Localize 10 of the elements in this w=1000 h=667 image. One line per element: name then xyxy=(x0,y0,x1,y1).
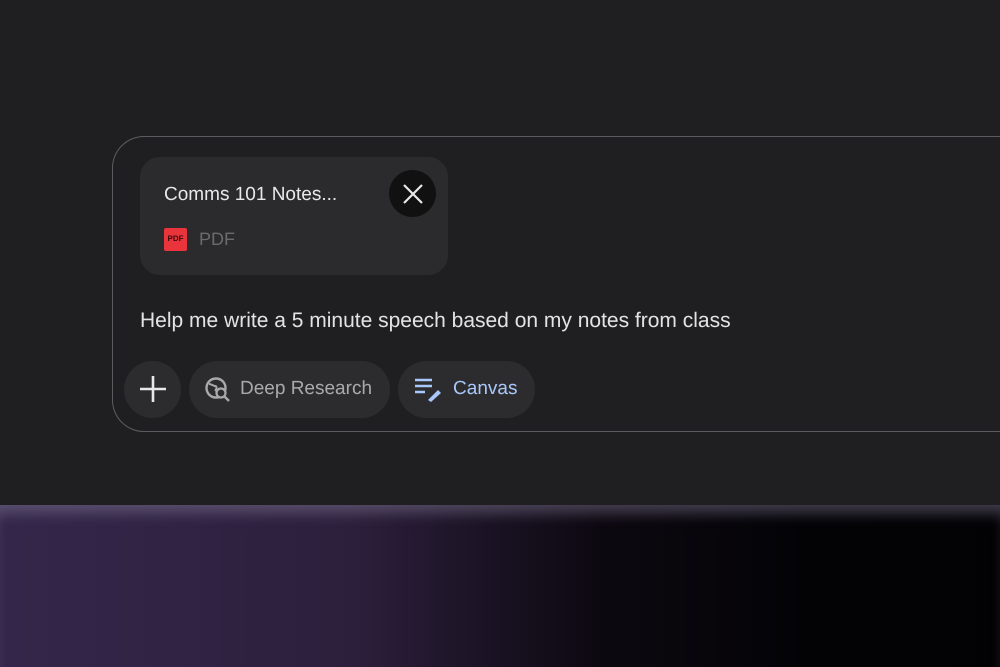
file-type: PDF xyxy=(199,228,235,250)
canvas-button[interactable]: Canvas xyxy=(398,360,536,418)
plus-icon xyxy=(138,375,166,403)
file-name: Comms 101 Notes... xyxy=(164,183,338,207)
pdf-icon: PDF xyxy=(164,228,187,250)
prompt-field[interactable]: Help me write a 5 minute speech based on my notes from class xyxy=(140,305,940,336)
close-button[interactable] xyxy=(389,170,436,217)
close-icon xyxy=(402,182,424,204)
deep-research-button[interactable]: Deep Research xyxy=(189,360,390,418)
globe-search-icon xyxy=(205,376,231,402)
